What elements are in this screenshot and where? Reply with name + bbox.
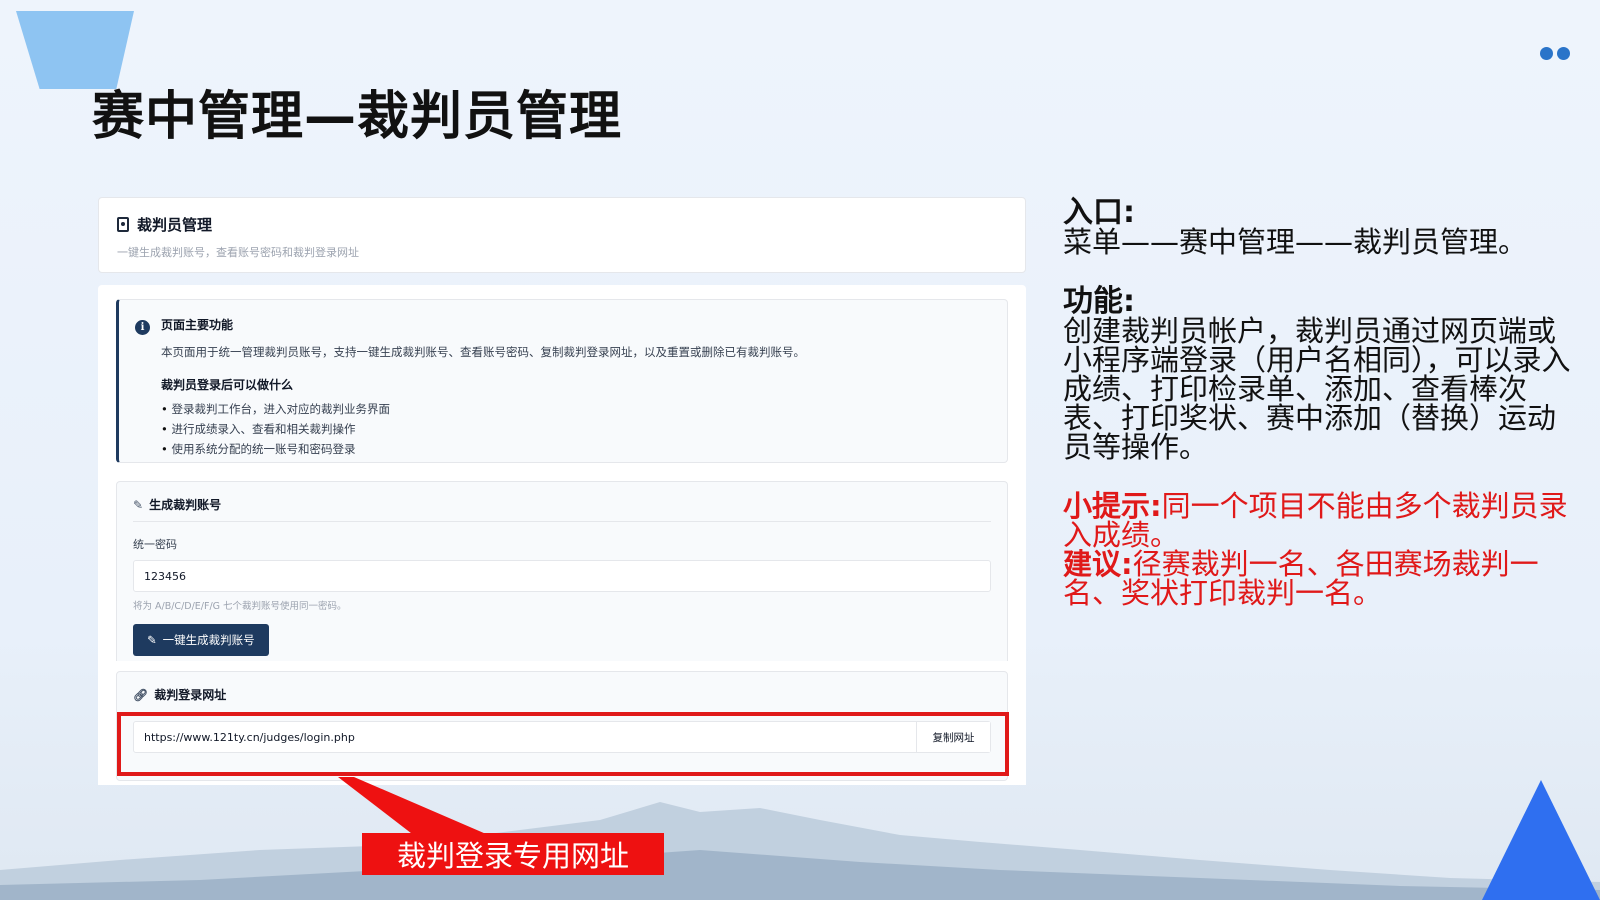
password-input[interactable]: 123456: [133, 560, 991, 592]
page-subtitle: 一键生成裁判账号，查看账号密码和裁判登录网址: [117, 246, 359, 259]
magic-wand-icon: ✎: [147, 633, 157, 647]
divider: [133, 521, 991, 522]
info-subheading: 裁判员登录后可以做什么: [161, 378, 294, 392]
main-panel: i 页面主要功能 本页面用于统一管理裁判员账号，支持一键生成裁判账号、查看账号密…: [98, 285, 1026, 785]
list-item: 使用系统分配的统一账号和密码登录: [161, 439, 991, 459]
advice-text: 径赛裁判一名、各田赛场裁判一名、奖状打印裁判一名。: [1063, 547, 1539, 610]
section-title: 生成裁判账号: [149, 498, 222, 512]
right-text-panel: 入口: 菜单——赛中管理——裁判员管理。 功能: 创建裁判员帐户，裁判员通过网页…: [1063, 198, 1583, 608]
list-item: 登录裁判工作台，进入对应的裁判业务界面: [161, 399, 991, 419]
password-hint: 将为 A/B/C/D/E/F/G 七个裁判账号使用同一密码。: [133, 601, 347, 612]
info-heading: 页面主要功能: [161, 318, 234, 332]
generate-accounts-section: ✎ 生成裁判账号 统一密码 123456 将为 A/B/C/D/E/F/G 七个…: [116, 481, 1008, 661]
tip-paragraph: 小提示:同一个项目不能由多个裁判员录入成绩。: [1063, 492, 1583, 550]
section-title: 裁判登录网址: [154, 688, 227, 702]
url-highlight-box: [117, 712, 1009, 776]
info-icon: i: [135, 320, 150, 335]
mountain-background: [0, 802, 1600, 900]
advice-paragraph: 建议:径赛裁判一名、各田赛场裁判一名、奖状打印裁判一名。: [1063, 550, 1583, 608]
function-heading: 功能:: [1063, 284, 1135, 319]
decorative-dots: [1540, 47, 1570, 60]
password-label: 统一密码: [133, 538, 177, 551]
function-text: 创建裁判员帐户，裁判员通过网页端或小程序端登录（用户名相同），可以录入成绩、打印…: [1063, 314, 1571, 464]
list-item: 进行成绩录入、查看和相关裁判操作: [161, 419, 991, 439]
judge-management-screenshot: 裁判员管理 一键生成裁判账号，查看账号密码和裁判登录网址 i 页面主要功能 本页…: [98, 197, 1026, 785]
generate-accounts-button[interactable]: ✎ 一键生成裁判账号: [133, 624, 269, 656]
callout-label: 裁判登录专用网址: [362, 833, 664, 875]
entry-text: 菜单——赛中管理——裁判员管理。: [1063, 225, 1528, 259]
info-list: 登录裁判工作台，进入对应的裁判业务界面 进行成绩录入、查看和相关裁判操作 使用系…: [161, 399, 991, 459]
magic-wand-icon: ✎: [133, 497, 144, 512]
info-description: 本页面用于统一管理裁判员账号，支持一键生成裁判账号、查看账号密码、复制裁判登录网…: [161, 345, 805, 359]
button-label: 一键生成裁判账号: [162, 633, 255, 647]
page-title: 裁判员管理: [137, 216, 213, 234]
slide-title: 赛中管理—裁判员管理: [92, 87, 623, 147]
page-header-card: 裁判员管理 一键生成裁判账号，查看账号密码和裁判登录网址: [98, 197, 1026, 273]
link-icon: 🔗︎: [133, 687, 149, 702]
id-badge-icon: [117, 217, 129, 232]
entry-heading: 入口:: [1063, 195, 1135, 230]
info-notice: i 页面主要功能 本页面用于统一管理裁判员账号，支持一键生成裁判账号、查看账号密…: [116, 299, 1008, 463]
